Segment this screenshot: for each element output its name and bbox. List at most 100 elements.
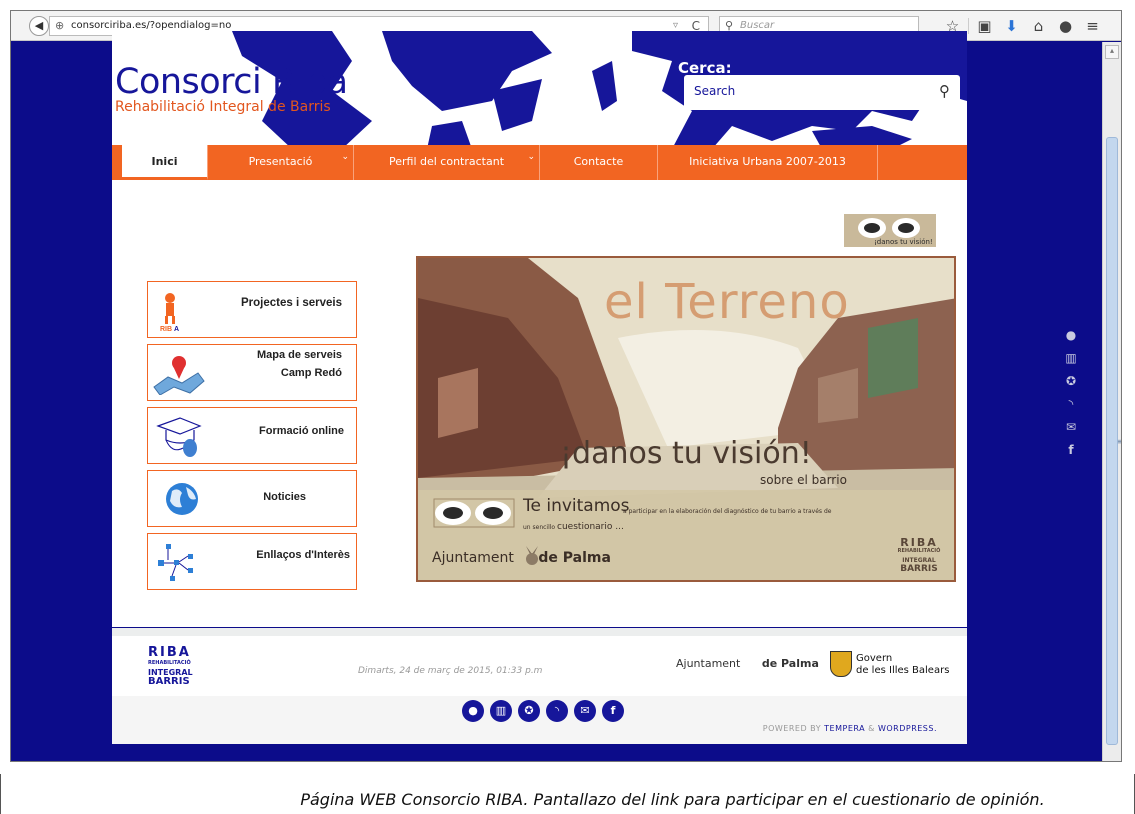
scroll-grip-icon: ≡ <box>1117 437 1121 446</box>
sidebar-item-label: Camp Redó <box>280 367 342 379</box>
sidebar-item-noticies[interactable]: Noticies <box>147 470 357 527</box>
banner-invite-line2: un sencillo cuestionario ... <box>523 522 624 532</box>
sidebar-item-enllacos[interactable]: Enllaços d'Interès <box>147 533 357 590</box>
mail-icon[interactable]: ✉ <box>1060 420 1082 443</box>
tempera-link[interactable]: TEMPERA <box>824 724 865 733</box>
back-button[interactable]: ◀ <box>29 16 49 36</box>
network-icon <box>158 544 193 581</box>
banner-de-palma-text: de Palma <box>538 550 611 566</box>
home-icon[interactable]: ⌂ <box>1025 15 1052 37</box>
svg-text:RIB: RIB <box>160 326 172 332</box>
scroll-up-arrow[interactable]: ▴ <box>1105 45 1119 59</box>
govern-line2: de les Illes Balears <box>856 665 950 676</box>
lock-icon[interactable]: ● <box>462 700 484 722</box>
footer-bottom-bar: ● ▥ ✪ ◝ ✉ f POWERED BY TEMPERA & WORDPRE… <box>112 696 967 744</box>
rss-icon[interactable]: ◝ <box>1060 397 1082 420</box>
banner-invite-detail: a participar en la elaboración del diagn… <box>623 508 832 515</box>
nav-label: Inici <box>151 155 178 168</box>
banner-ajuntament-text: Ajuntament <box>432 550 514 566</box>
url-text: consorciriba.es/?opendialog=no <box>71 20 232 31</box>
globe-icon: ⊕ <box>55 19 65 32</box>
banner-invite-line2-small: un sencillo <box>523 524 556 531</box>
url-dropdown-icon[interactable]: ▿ <box>673 20 678 31</box>
figure-caption: Página WEB Consorcio RIBA. Pantallazo de… <box>300 790 1045 809</box>
banner-title: el Terreno <box>604 274 850 330</box>
footer-ajuntament-text: Ajuntament <box>676 657 741 670</box>
youtube-icon[interactable]: ▥ <box>1060 351 1082 374</box>
globe-icon <box>166 483 198 515</box>
banner-invite: Te invitamos <box>523 496 630 516</box>
footer-riba-line: REHABILITACIÓ <box>148 660 191 666</box>
nav-label: Perfil del contractant <box>388 155 505 168</box>
banner-headline: ¡danos tu visión! <box>560 436 812 471</box>
sidebar-item-label: Noticies <box>263 491 306 503</box>
nav-label: Contacte <box>573 155 624 168</box>
map-pin-icon <box>153 356 205 395</box>
powered-prefix: POWERED BY <box>762 724 822 733</box>
sidebar-item-label: Mapa de serveis <box>257 349 342 361</box>
footer-date: Dimarts, 24 de març de 2015, 01:33 p.m <box>358 666 543 676</box>
svg-text:A: A <box>174 326 179 332</box>
nav-item-contacte[interactable]: Contacte <box>540 145 658 180</box>
circle-icon[interactable]: ✪ <box>518 700 540 722</box>
site-search-input[interactable]: Search ⚲ <box>684 75 960 110</box>
download-icon[interactable]: ⬇ <box>998 15 1025 37</box>
sidebar-item-label: Formació online <box>259 425 344 437</box>
govern-shield-icon <box>830 651 852 677</box>
chat-icon[interactable]: ● <box>1052 15 1079 37</box>
toolbar-separator <box>968 18 969 34</box>
footer-ajuntament-logo[interactable]: Ajuntament de Palma <box>676 657 819 670</box>
chevron-down-icon: ⌄ <box>341 152 349 162</box>
banner-subheadline: sobre el barrio <box>760 473 847 487</box>
nav-label: Presentació <box>248 155 313 168</box>
thumbnail-caption: ¡danos tu visión! <box>874 238 933 246</box>
footer-riba-line: BARRIS <box>148 676 190 687</box>
rss-icon[interactable]: ◝ <box>546 700 568 722</box>
survey-banner[interactable]: el Terreno ¡danos tu visión! sobre el ba… <box>416 256 956 582</box>
footer-de-palma-text: de Palma <box>761 657 819 670</box>
vertical-scrollbar[interactable]: ▴ ≡ <box>1102 42 1121 761</box>
browser-search-placeholder: Buscar <box>740 20 775 31</box>
powered-by-text: POWERED BY TEMPERA & WORDPRESS. <box>763 724 937 733</box>
site-title[interactable]: Consorci Riba <box>115 62 348 102</box>
site-search-placeholder: Search <box>694 84 736 98</box>
nav-item-iniciativa-urbana[interactable]: Iniciativa Urbana 2007-2013 <box>658 145 878 180</box>
search-icon[interactable]: ⚲ <box>939 82 950 100</box>
banner-ajuntament-logo: Ajuntament de Palma <box>432 550 611 566</box>
graduation-mouse-icon <box>156 417 202 457</box>
sidebar-item-projectes[interactable]: RIB A Projectes i serveis <box>147 281 357 338</box>
youtube-icon[interactable]: ▥ <box>490 700 512 722</box>
survey-thumbnail-image[interactable]: ¡danos tu visión! <box>844 214 936 247</box>
banner-invite-questionnaire: cuestionario ... <box>557 522 624 532</box>
facebook-icon[interactable]: f <box>1060 443 1082 466</box>
menu-icon[interactable]: ≡ <box>1079 15 1106 37</box>
mail-icon[interactable]: ✉ <box>574 700 596 722</box>
banner-riba-line: REHABILITACIÓ <box>897 548 941 554</box>
banner-riba-logo: RIBA REHABILITACIÓ INTEGRAL BARRIS <box>890 536 948 574</box>
lock-icon[interactable]: ● <box>1060 328 1082 351</box>
chevron-down-icon: ⌄ <box>527 152 535 162</box>
clipboard-icon[interactable]: ▣ <box>971 15 998 37</box>
site-subtitle: Rehabilitació Integral de Barris <box>115 99 331 115</box>
side-social-icons: ● ▥ ✪ ◝ ✉ f <box>1060 328 1082 466</box>
nav-label: Iniciativa Urbana 2007-2013 <box>689 155 846 168</box>
sidebar-item-formacio[interactable]: Formació online <box>147 407 357 464</box>
nav-item-inici[interactable]: Inici <box>122 145 208 180</box>
footer-social-icons: ● ▥ ✪ ◝ ✉ f <box>462 700 624 722</box>
facebook-icon[interactable]: f <box>602 700 624 722</box>
footer-riba-logo[interactable]: RIBA REHABILITACIÓ INTEGRAL BARRIS <box>148 645 204 687</box>
site-footer: RIBA REHABILITACIÓ INTEGRAL BARRIS Dimar… <box>112 628 967 696</box>
wordpress-link[interactable]: WORDPRESS. <box>878 724 937 733</box>
sidebar-item-mapa[interactable]: Mapa de serveis Camp Redó <box>147 344 357 401</box>
footer-govern-logo[interactable]: Govern de les Illes Balears <box>830 651 950 677</box>
nav-item-perfil-contractant[interactable]: Perfil del contractant ⌄ <box>354 145 540 180</box>
circle-icon[interactable]: ✪ <box>1060 374 1082 397</box>
govern-line1: Govern <box>856 653 893 664</box>
riba-person-icon: RIB A <box>160 293 179 332</box>
powered-amp: & <box>868 724 875 733</box>
banner-riba-line: BARRIS <box>900 564 938 574</box>
sidebar-item-label: Enllaços d'Interès <box>256 549 350 561</box>
footer-riba-line: RIBA <box>148 645 191 660</box>
banner-riba-line: RIBA <box>900 536 938 549</box>
nav-item-presentacio[interactable]: Presentació ⌄ <box>208 145 354 180</box>
